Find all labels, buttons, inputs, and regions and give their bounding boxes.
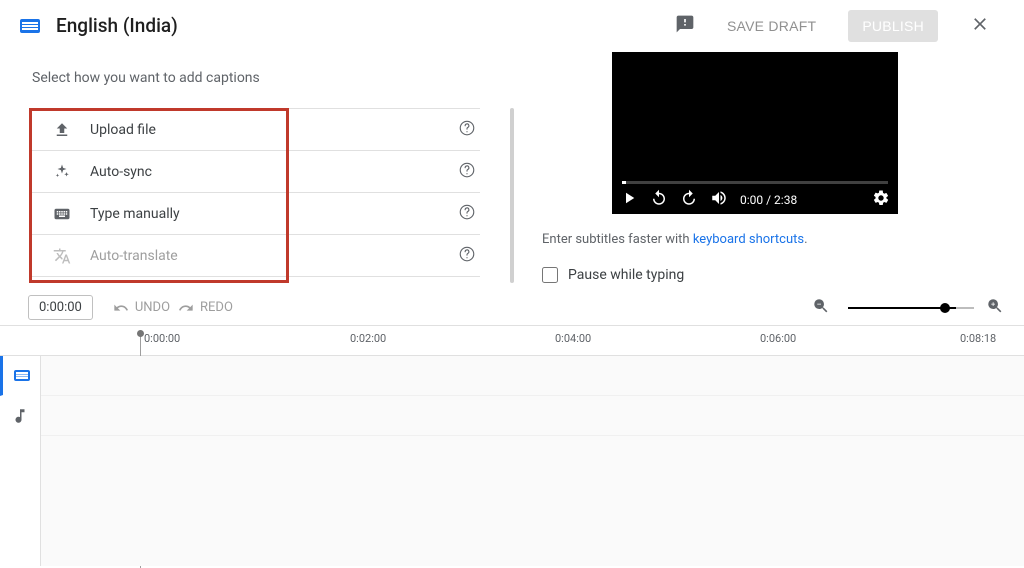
zoom-in-icon[interactable] [986,297,1004,319]
zoom-out-icon[interactable] [812,297,830,319]
help-icon[interactable] [458,245,476,267]
upload-icon [50,121,74,139]
video-player[interactable]: 0:00 / 2:38 [612,52,898,214]
gear-icon[interactable] [872,189,890,210]
video-controls: 0:00 / 2:38 [620,189,890,210]
zoom-slider-thumb[interactable] [940,303,950,313]
header-actions: SAVE DRAFT PUBLISH [675,6,1004,45]
main-content: Select how you want to add captions Uplo… [0,52,1024,290]
ruler-tick: 0:04:00 [555,332,591,345]
redo-button[interactable]: REDO [178,300,233,316]
help-icon[interactable] [458,119,476,141]
option-upload-file[interactable]: Upload file [32,109,480,151]
caption-options-list: Upload file Auto-sync Type manually [32,108,480,277]
translate-icon [50,247,74,265]
audio-lane[interactable] [41,396,1024,436]
help-icon[interactable] [458,161,476,183]
option-auto-translate[interactable]: Auto-translate [32,235,480,277]
undo-button[interactable]: UNDO [113,300,170,316]
option-label: Auto-sync [90,164,152,180]
timeline-ruler[interactable]: 0:00:00 0:02:00 0:04:00 0:06:00 0:08:18 [0,326,1024,356]
option-label: Type manually [90,206,180,222]
close-button[interactable] [956,6,1004,45]
caption-method-pane: Select how you want to add captions Uplo… [0,52,512,290]
tracks [0,356,1024,566]
header: English (India) SAVE DRAFT PUBLISH [0,0,1024,52]
sparkle-icon [50,163,74,181]
subtitle-icon [20,19,40,33]
audio-track-button[interactable] [0,396,40,436]
option-type-manually[interactable]: Type manually [32,193,480,235]
ruler-tick: 0:06:00 [760,332,796,345]
track-selector [0,356,40,566]
save-draft-button[interactable]: SAVE DRAFT [713,10,830,42]
ruler-tick: 0:08:18 [960,332,996,345]
ruler-tick: 0:02:00 [350,332,386,345]
pause-label: Pause while typing [568,267,684,283]
zoom-controls [812,297,1004,319]
language-title: English (India) [56,14,178,37]
video-time: 0:00 / 2:38 [740,193,797,207]
publish-button[interactable]: PUBLISH [848,10,938,42]
timeline: 0:00:00 0:02:00 0:04:00 0:06:00 0:08:18 [0,326,1024,566]
video-pane: 0:00 / 2:38 Enter subtitles faster with … [512,52,1024,290]
option-label: Upload file [90,122,156,138]
ruler-tick: 0:00:00 [144,332,180,345]
subtitle-lane[interactable] [41,356,1024,396]
play-icon[interactable] [620,189,638,210]
pause-while-typing-row[interactable]: Pause while typing [542,267,1004,283]
zoom-slider[interactable] [848,307,968,309]
feedback-icon[interactable] [675,14,695,38]
timeline-toolbar: 0:00:00 UNDO REDO [0,290,1024,326]
option-auto-sync[interactable]: Auto-sync [32,151,480,193]
track-area[interactable] [40,356,1024,566]
option-label: Auto-translate [90,248,178,264]
time-input[interactable]: 0:00:00 [28,295,93,320]
subtitle-track-button[interactable] [0,356,40,396]
forward-icon[interactable] [680,189,698,210]
pause-checkbox[interactable] [542,267,558,283]
video-progress-bar[interactable] [622,181,888,184]
keyboard-hint: Enter subtitles faster with keyboard sho… [542,232,1004,247]
keyboard-icon [50,205,74,223]
subtitle-icon [14,370,30,381]
help-icon[interactable] [458,203,476,225]
keyboard-shortcuts-link[interactable]: keyboard shortcuts [693,232,804,247]
instruction-text: Select how you want to add captions [32,70,480,86]
replay-icon[interactable] [650,189,668,210]
volume-icon[interactable] [710,189,728,210]
